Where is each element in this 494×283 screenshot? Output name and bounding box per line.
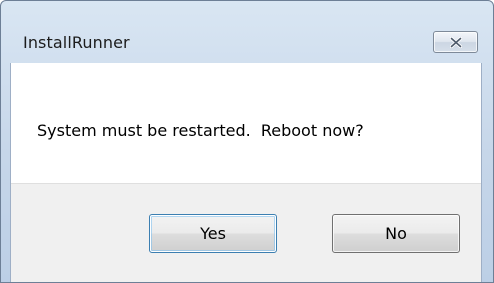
yes-button[interactable]: Yes xyxy=(149,214,277,253)
no-button[interactable]: No xyxy=(332,214,460,253)
title-bar[interactable]: InstallRunner xyxy=(1,1,493,63)
dialog-message: System must be restarted. Reboot now? xyxy=(37,121,364,140)
window-title: InstallRunner xyxy=(23,33,130,52)
close-button[interactable] xyxy=(433,31,478,53)
close-icon xyxy=(449,36,462,48)
dialog-window: InstallRunner System must be restarted. … xyxy=(0,0,494,283)
button-area: Yes No xyxy=(11,183,481,282)
dialog-body: System must be restarted. Reboot now? Ye… xyxy=(10,63,482,282)
